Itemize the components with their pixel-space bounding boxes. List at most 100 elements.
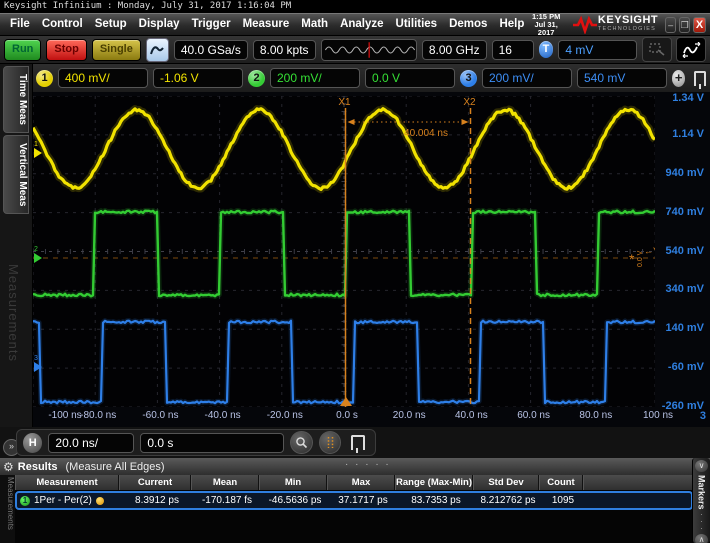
voltage-label: 1.34 V xyxy=(672,92,704,104)
channel-2-badge[interactable]: 2 xyxy=(248,70,265,87)
memory-depth-field[interactable]: 8.00 kpts xyxy=(253,40,316,60)
gear-icon[interactable]: ⚙ xyxy=(3,459,14,475)
menu-measure[interactable]: Measure xyxy=(237,14,296,35)
scope-display[interactable]: 123X1X240.004 ns*0.0 V←Y2 xyxy=(33,96,655,407)
menu-analyze[interactable]: Analyze xyxy=(334,14,389,35)
measurements-side-tab[interactable]: Measurements xyxy=(0,475,15,543)
channel-3-badge[interactable]: 3 xyxy=(460,70,477,87)
channel-2-scale-field[interactable]: 200 mV/ xyxy=(270,68,360,88)
channels-bar: 1 400 mV/-1.06 V 2 200 mV/0.0 V 3 200 mV/540 … xyxy=(33,64,710,92)
results-subtitle: (Measure All Edges) xyxy=(66,461,165,473)
menu-demos[interactable]: Demos xyxy=(443,14,493,35)
column-header-std-dev[interactable]: Std Dev xyxy=(473,475,539,490)
sidebar-watermark: Measurements xyxy=(6,264,21,362)
channel-1-scale-field[interactable]: 400 mV/ xyxy=(58,68,148,88)
delta-time-label: 40.004 ns xyxy=(404,128,448,139)
voltage-label: 540 mV xyxy=(665,245,704,257)
chevron-down-icon[interactable]: ∨ xyxy=(695,460,708,472)
markers-mode-button[interactable] xyxy=(319,431,341,454)
acquisition-toolbar: Run Stop Single 40.0 GSa/s 8.00 kpts 8.0… xyxy=(0,36,710,64)
column-header-min[interactable]: Min xyxy=(259,475,327,490)
waveform-arrows-icon xyxy=(681,42,701,58)
measurement-name: 1Per - Per(2) xyxy=(34,495,92,506)
pin-icon[interactable] xyxy=(694,71,706,86)
averages-field[interactable]: 16 xyxy=(492,40,534,60)
add-channel-button[interactable]: + xyxy=(672,70,685,87)
time-label: -80.0 ns xyxy=(66,410,130,421)
maximize-button[interactable]: ❐ xyxy=(679,17,690,33)
trigger-badge[interactable]: T xyxy=(539,41,554,58)
column-header-max[interactable]: Max xyxy=(327,475,395,490)
menu-setup[interactable]: Setup xyxy=(89,14,133,35)
timebase-field[interactable]: 20.0 ns/ xyxy=(48,433,134,453)
axis-channel-indicator: 3 xyxy=(700,410,706,422)
menu-trigger[interactable]: Trigger xyxy=(186,14,237,35)
oscilloscope-app: Keysight Infiniium : Monday, July 31, 20… xyxy=(0,0,710,543)
menu-file[interactable]: File xyxy=(4,14,36,35)
run-button[interactable]: Run xyxy=(4,39,41,61)
sidebar-tab-vertical-meas[interactable]: Vertical Meas xyxy=(3,135,29,214)
touch-button[interactable] xyxy=(146,38,169,62)
markers-dots: ··· xyxy=(700,511,703,532)
time-label: -40.0 ns xyxy=(191,410,255,421)
trigger-level-field[interactable]: 4 mV xyxy=(558,40,637,60)
delay-field[interactable]: 0.0 s xyxy=(140,433,284,453)
column-header-measurement[interactable]: Measurement xyxy=(15,475,119,490)
sample-rate-field[interactable]: 40.0 GSa/s xyxy=(174,40,248,60)
channel-3-scale-field[interactable]: 200 mV/ xyxy=(482,68,572,88)
measurement-cell: 1 1Per - Per(2) xyxy=(17,495,121,506)
time-label: 100 ns xyxy=(626,410,690,421)
x2-label: X2 xyxy=(463,97,476,108)
result-value-cell: -46.5636 ps xyxy=(261,495,329,506)
zoom-mode-button[interactable] xyxy=(290,431,312,454)
drag-handle[interactable]: · · · · · xyxy=(345,459,391,470)
voltage-label: 940 mV xyxy=(665,167,704,179)
voltage-label: 1.14 V xyxy=(672,128,704,140)
markers-side-tab[interactable]: ∨ Markers ··· ∧ xyxy=(692,458,710,543)
horizontal-badge[interactable]: H xyxy=(23,433,42,453)
results-header[interactable]: ⚙ Results (Measure All Edges) · · · · · xyxy=(0,458,710,476)
close-button[interactable]: X xyxy=(693,17,706,33)
result-row[interactable]: 1 1Per - Per(2) 8.3912 ps-170.187 fs-46.… xyxy=(15,491,693,510)
chevron-up-icon[interactable]: ∧ xyxy=(695,534,708,543)
time-label: 80.0 ns xyxy=(564,410,628,421)
brand-sub: TECHNOLOGIES xyxy=(598,25,658,34)
window-title: Keysight Infiniium : Monday, July 31, 20… xyxy=(0,0,710,13)
channel-1-offset-field[interactable]: -1.06 V xyxy=(153,68,243,88)
svg-text:1: 1 xyxy=(34,141,38,148)
time-label: 20.0 ns xyxy=(377,410,441,421)
time-label: 60.0 ns xyxy=(502,410,566,421)
y2-value-label: 0.0 V xyxy=(637,250,644,267)
menu-help[interactable]: Help xyxy=(493,14,530,35)
stop-button[interactable]: Stop xyxy=(46,39,86,61)
results-title: Results xyxy=(18,461,58,473)
column-header-filler xyxy=(583,475,693,490)
column-header-count[interactable]: Count xyxy=(539,475,583,490)
measurement-color-dot xyxy=(96,497,104,505)
brand-name: KEYSIGHT xyxy=(598,16,658,25)
sidebar-tab-time-meas[interactable]: Time Meas xyxy=(3,66,29,133)
menu-display[interactable]: Display xyxy=(133,14,186,35)
clock-date: Jul 31, 2017 xyxy=(530,21,562,37)
single-button[interactable]: Single xyxy=(92,39,141,61)
voltage-axis: 1.34 V1.14 V940 mV740 mV540 mV340 mV140 … xyxy=(655,92,710,422)
column-header-range-max-min-[interactable]: Range (Max-Min) xyxy=(395,475,473,490)
channel-3-offset-field[interactable]: 540 mV xyxy=(577,68,667,88)
menu-math[interactable]: Math xyxy=(295,14,334,35)
minimize-button[interactable]: – xyxy=(665,17,676,33)
bandwidth-field[interactable]: 8.00 GHz xyxy=(422,40,487,60)
column-header-mean[interactable]: Mean xyxy=(191,475,259,490)
menu-control[interactable]: Control xyxy=(36,14,89,35)
zoom-select-button[interactable] xyxy=(642,37,672,62)
waveform-tools-button[interactable] xyxy=(676,37,706,62)
acquisition-preview[interactable] xyxy=(321,39,417,61)
column-header-current[interactable]: Current xyxy=(119,475,191,490)
y2-label: ←Y2 xyxy=(644,246,655,256)
measurement-status-badge: 1 xyxy=(20,496,30,506)
channel-1-badge[interactable]: 1 xyxy=(36,70,53,87)
x1-label: X1 xyxy=(338,97,351,108)
menu-utilities[interactable]: Utilities xyxy=(390,14,444,35)
pin-icon[interactable] xyxy=(351,435,365,450)
menu-items: FileControlSetupDisplayTriggerMeasureMat… xyxy=(0,14,530,35)
channel-2-offset-field[interactable]: 0.0 V xyxy=(365,68,455,88)
